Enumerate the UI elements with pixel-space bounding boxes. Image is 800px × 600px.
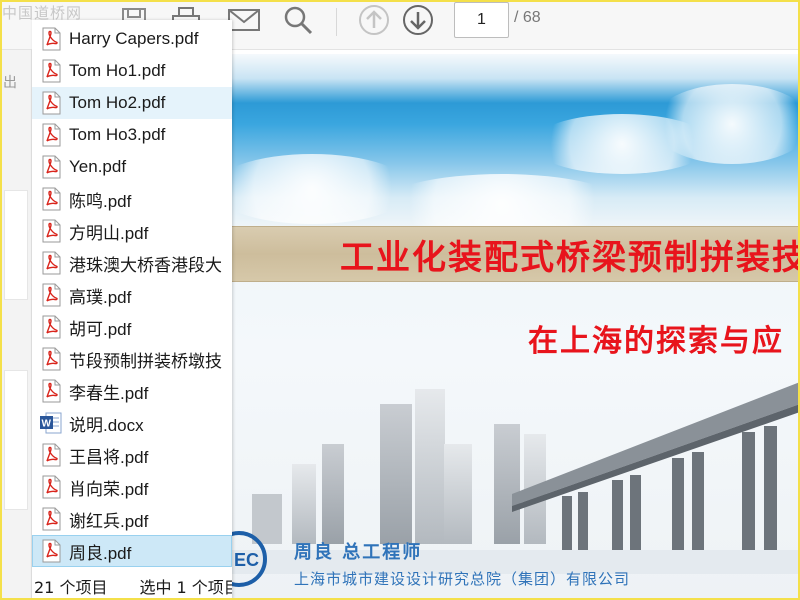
file-name: 陈鸣.pdf [69, 191, 132, 211]
file-list-item[interactable]: 节段预制拼装桥墩技 [32, 343, 232, 375]
left-strip-hint: 出 [3, 75, 17, 91]
file-list-item[interactable]: 周良.pdf [32, 535, 232, 567]
file-name: 肖向荣.pdf [69, 479, 149, 499]
file-name: 王昌将.pdf [69, 447, 149, 467]
page-number-input[interactable]: 1 [454, 2, 509, 38]
pdf-file-icon [40, 507, 62, 531]
thumbnail-stub [4, 190, 28, 300]
pdf-file-icon [40, 219, 62, 243]
pdf-file-icon [40, 187, 62, 211]
item-count: 21 个项目 [34, 578, 108, 597]
file-list-item[interactable]: Harry Capers.pdf [32, 23, 232, 55]
svg-text:W: W [42, 419, 52, 430]
slide-title: 工业化装配式桥梁预制拼装技 [340, 238, 800, 278]
page-up-icon[interactable] [356, 4, 392, 36]
file-name: 高璞.pdf [69, 287, 132, 307]
file-list-item[interactable]: 胡可.pdf [32, 311, 232, 343]
pdf-page: 工业化装配式桥梁预制拼装技 在上海的探索与应 EC 周良 总工程师 上海市城市建… [232, 54, 800, 600]
author-name: 周良 总工程师 [294, 542, 423, 563]
pdf-file-icon [40, 539, 62, 563]
file-name: 周良.pdf [69, 543, 132, 563]
page-down-icon[interactable] [400, 4, 436, 36]
file-list-item[interactable]: 肖向荣.pdf [32, 471, 232, 503]
pdf-file-icon [40, 59, 62, 83]
toolbar-separator [336, 8, 337, 36]
pdf-file-icon [40, 91, 62, 115]
file-list-item[interactable]: Tom Ho1.pdf [32, 55, 232, 87]
file-list-item[interactable]: 高璞.pdf [32, 279, 232, 311]
pdf-file-icon [40, 155, 62, 179]
file-list-item[interactable]: Tom Ho2.pdf [32, 87, 232, 119]
file-name: Harry Capers.pdf [69, 29, 199, 48]
file-list-item[interactable]: 王昌将.pdf [32, 439, 232, 471]
file-name: 节段预制拼装桥墩技 [69, 351, 222, 371]
pdf-file-icon [40, 283, 62, 307]
file-list-item[interactable]: 谢红兵.pdf [32, 503, 232, 535]
file-list-item[interactable]: W 说明.docx [32, 407, 232, 439]
file-list: Harry Capers.pdf Tom Ho1.pdf Tom Ho2.pdf To… [32, 23, 232, 567]
file-name: Tom Ho2.pdf [69, 93, 166, 112]
status-bar: 21 个项目 选中 1 个项目 [32, 572, 232, 600]
file-list-item[interactable]: 港珠澳大桥香港段大 [32, 247, 232, 279]
pdf-file-icon [40, 27, 62, 51]
pdf-file-icon [40, 379, 62, 403]
file-name: Yen.pdf [69, 157, 127, 176]
left-sidebar-strip: 出 [0, 50, 32, 600]
file-list-item[interactable]: 李春生.pdf [32, 375, 232, 407]
pdf-file-icon [40, 475, 62, 499]
file-name: 李春生.pdf [69, 383, 149, 403]
pdf-file-icon [40, 123, 62, 147]
pdf-file-icon [40, 251, 62, 275]
file-name: 方明山.pdf [69, 223, 149, 243]
author-organization: 上海市城市建设设计研究总院（集团）有限公司 [294, 570, 631, 588]
word-document-icon: W [40, 411, 62, 435]
company-logo: EC [232, 530, 268, 588]
file-name: 胡可.pdf [69, 319, 132, 339]
sky-banner [232, 54, 800, 234]
pdf-file-icon [40, 443, 62, 467]
pdf-file-icon [40, 315, 62, 339]
page-total: / 68 [514, 9, 541, 26]
file-name: Tom Ho3.pdf [69, 125, 166, 144]
slide-subtitle: 在上海的探索与应 [528, 324, 784, 359]
file-name: 港珠澳大桥香港段大 [69, 255, 222, 275]
file-list-popup: Harry Capers.pdf Tom Ho1.pdf Tom Ho2.pdf To… [32, 20, 232, 600]
svg-text:EC: EC [234, 550, 259, 570]
file-name: 谢红兵.pdf [69, 511, 149, 531]
file-list-item[interactable]: 方明山.pdf [32, 215, 232, 247]
file-name: 说明.docx [69, 415, 144, 435]
pdf-file-icon [40, 347, 62, 371]
page-number-value: 1 [477, 11, 486, 28]
file-list-item[interactable]: Tom Ho3.pdf [32, 119, 232, 151]
file-name: Tom Ho1.pdf [69, 61, 166, 80]
selected-count: 选中 1 个项目 [139, 578, 232, 597]
file-list-item[interactable]: Yen.pdf [32, 151, 232, 183]
file-list-item[interactable]: 陈鸣.pdf [32, 183, 232, 215]
search-icon[interactable] [280, 4, 316, 36]
thumbnail-stub [4, 370, 28, 510]
